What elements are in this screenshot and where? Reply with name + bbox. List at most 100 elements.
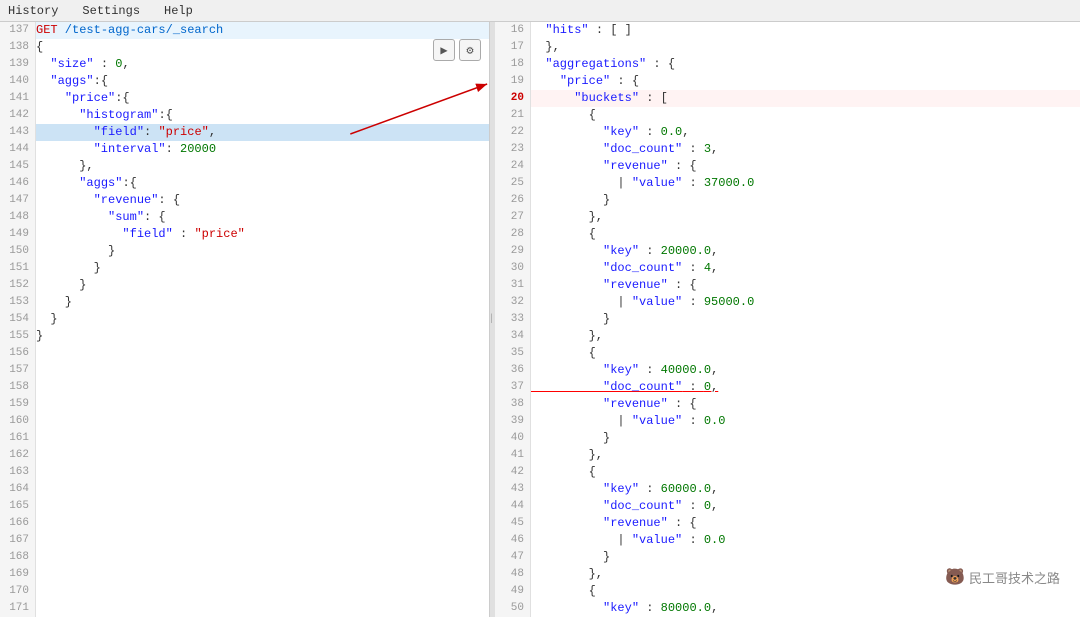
table-row: "key" : 40000.0,: [531, 362, 1080, 379]
line-number: 50: [495, 600, 530, 617]
line-number: 23: [495, 141, 530, 158]
line-number: 44: [495, 498, 530, 515]
line-number: 171: [0, 600, 35, 617]
table-row: "doc_count" : 3,: [531, 141, 1080, 158]
line-number: 46: [495, 532, 530, 549]
table-row: [36, 447, 489, 464]
right-code-content[interactable]: "hits" : [ ] }, "aggregations" : { "pric…: [531, 22, 1080, 617]
line-number: 157: [0, 362, 35, 379]
line-number: 139: [0, 56, 35, 73]
table-row: "field" : "price": [36, 226, 489, 243]
table-row: }: [36, 243, 489, 260]
table-row: }: [531, 549, 1080, 566]
table-row: "aggregations" : {: [531, 56, 1080, 73]
table-row: {: [36, 39, 489, 56]
line-number: 30: [495, 260, 530, 277]
right-line-numbers: 1617181920212223242526272829303132333435…: [495, 22, 531, 617]
table-row: "key" : 0.0,: [531, 124, 1080, 141]
line-number: 138: [0, 39, 35, 56]
line-number: 169: [0, 566, 35, 583]
line-number: 162: [0, 447, 35, 464]
table-row: }: [36, 277, 489, 294]
table-row: {: [531, 226, 1080, 243]
line-number: 32: [495, 294, 530, 311]
line-number: 48: [495, 566, 530, 583]
table-row: [36, 430, 489, 447]
line-number: 26: [495, 192, 530, 209]
line-number: 147: [0, 192, 35, 209]
table-row: },: [36, 158, 489, 175]
table-row: },: [531, 447, 1080, 464]
table-row: [36, 600, 489, 617]
table-row: }: [531, 430, 1080, 447]
table-row: "revenue" : {: [531, 515, 1080, 532]
line-number: 31: [495, 277, 530, 294]
line-number: 19: [495, 73, 530, 90]
line-number: 166: [0, 515, 35, 532]
line-number: 49: [495, 583, 530, 600]
table-row: [36, 515, 489, 532]
table-row: "revenue" : {: [531, 277, 1080, 294]
line-number: 27: [495, 209, 530, 226]
table-row: "aggs":{: [36, 73, 489, 90]
table-row: "price":{: [36, 90, 489, 107]
line-number: 25: [495, 175, 530, 192]
line-number: 37: [495, 379, 530, 396]
table-row: }: [36, 294, 489, 311]
menu-help[interactable]: Help: [160, 2, 197, 20]
table-row: "key" : 20000.0,: [531, 243, 1080, 260]
table-row: [36, 345, 489, 362]
table-row: }: [531, 192, 1080, 209]
line-number: 160: [0, 413, 35, 430]
wrench-button[interactable]: ⚙: [459, 39, 481, 61]
table-row: "sum": {: [36, 209, 489, 226]
table-row: [36, 379, 489, 396]
line-number: 150: [0, 243, 35, 260]
table-row: "buckets" : [: [531, 90, 1080, 107]
line-number: 35: [495, 345, 530, 362]
line-number: 146: [0, 175, 35, 192]
table-row: }: [531, 311, 1080, 328]
table-row: "price" : {: [531, 73, 1080, 90]
left-editor-panel: 1371381391401411421431441451461471481491…: [0, 22, 490, 617]
left-line-numbers: 1371381391401411421431441451461471481491…: [0, 22, 36, 617]
table-row: "interval": 20000: [36, 141, 489, 158]
table-row: {: [531, 583, 1080, 600]
line-number: 36: [495, 362, 530, 379]
line-number: 21: [495, 107, 530, 124]
table-row: {: [531, 464, 1080, 481]
line-number: 47: [495, 549, 530, 566]
line-number: 38: [495, 396, 530, 413]
line-number: 28: [495, 226, 530, 243]
right-output-panel: 1617181920212223242526272829303132333435…: [495, 22, 1080, 617]
line-number: 168: [0, 549, 35, 566]
line-number: 164: [0, 481, 35, 498]
line-number: 155: [0, 328, 35, 345]
line-number: 40: [495, 430, 530, 447]
line-number: 152: [0, 277, 35, 294]
menu-history[interactable]: History: [4, 2, 62, 20]
table-row: | "value" : 37000.0: [531, 175, 1080, 192]
line-number: 167: [0, 532, 35, 549]
left-code-content[interactable]: GET /test-agg-cars/_search{ "size" : 0, …: [36, 22, 489, 617]
run-button[interactable]: ▶: [433, 39, 455, 61]
line-number: 165: [0, 498, 35, 515]
line-number: 43: [495, 481, 530, 498]
table-row: },: [531, 328, 1080, 345]
line-number: 17: [495, 39, 530, 56]
table-row: [36, 566, 489, 583]
line-number: 137: [0, 22, 35, 39]
table-row: "aggs":{: [36, 175, 489, 192]
table-row: | "value" : 0.0: [531, 532, 1080, 549]
table-row: [36, 549, 489, 566]
table-row: },: [531, 566, 1080, 583]
line-number: 24: [495, 158, 530, 175]
table-row: "hits" : [ ]: [531, 22, 1080, 39]
line-number: 34: [495, 328, 530, 345]
menu-settings[interactable]: Settings: [78, 2, 144, 20]
table-row: "key" : 80000.0,: [531, 600, 1080, 617]
table-row: [36, 396, 489, 413]
line-number: 39: [495, 413, 530, 430]
menubar: History Settings Help: [0, 0, 1080, 22]
table-row: "doc_count" : 0,: [531, 379, 1080, 396]
